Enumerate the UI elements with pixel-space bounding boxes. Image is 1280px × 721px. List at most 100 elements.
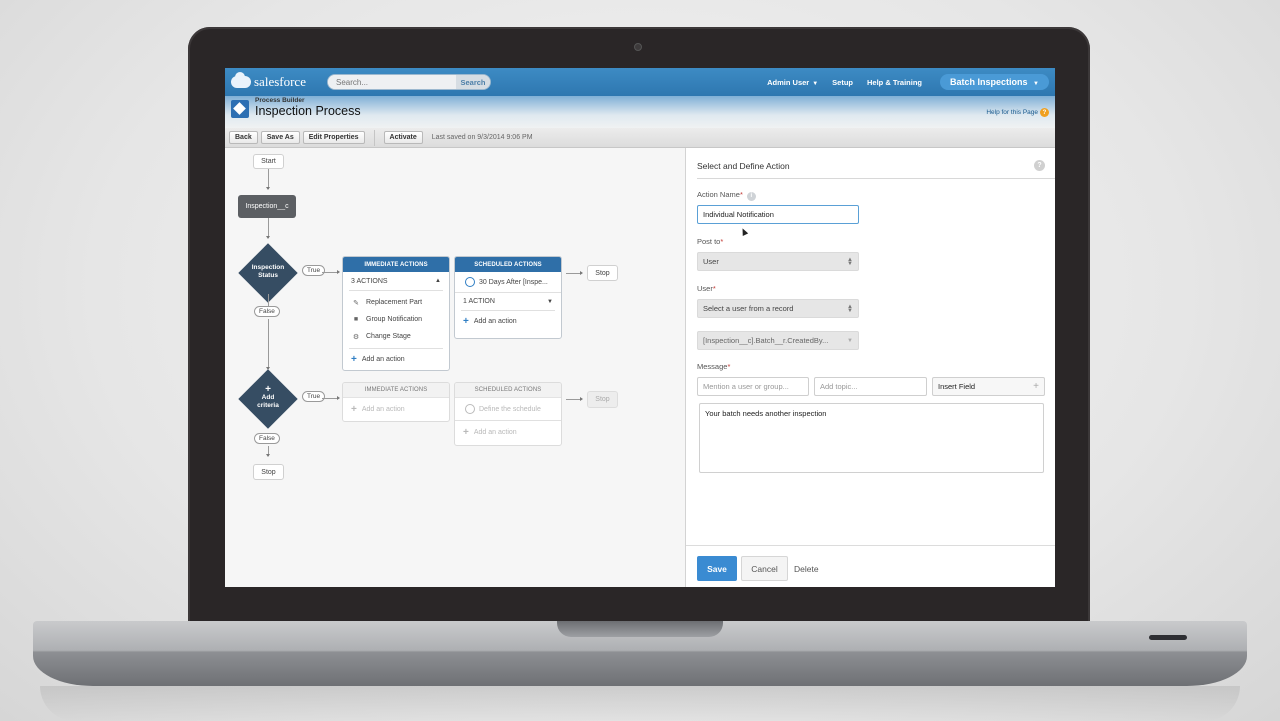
object-node[interactable]: Inspection__c: [238, 195, 296, 218]
action-item[interactable]: ■ Group Notification: [343, 311, 449, 328]
divider: [697, 178, 1055, 179]
plus-icon: +: [265, 384, 271, 395]
power-led: [1149, 635, 1187, 640]
help-for-page-link[interactable]: Help for this Page ?: [986, 108, 1049, 117]
mention-input[interactable]: Mention a user or group...: [697, 377, 809, 396]
process-canvas: Start Inspection__c Inspection Status Tr…: [225, 148, 685, 587]
label-text: Post to: [697, 237, 721, 246]
action-panel: Select and Define Action ? Action Name* i…: [685, 148, 1055, 587]
caret-down-icon: ▼: [547, 298, 553, 305]
action-item[interactable]: ✎ Replacement Part: [343, 294, 449, 311]
search-input[interactable]: [328, 75, 456, 89]
cancel-button[interactable]: Cancel: [741, 556, 788, 581]
search-box: Search: [327, 74, 491, 90]
arrow-right-icon: [337, 396, 340, 400]
user-menu-label: Admin User: [767, 77, 810, 87]
actions-count-row[interactable]: 3 ACTIONS ▲: [343, 272, 449, 290]
caret-down-icon: ▼: [847, 337, 853, 344]
edit-properties-button[interactable]: Edit Properties: [302, 131, 365, 144]
start-node[interactable]: Start: [253, 154, 284, 169]
laptop-notch: [557, 621, 723, 637]
mouse-cursor-icon: [739, 227, 749, 236]
clock-icon: [465, 404, 475, 414]
label-text: Action Name: [697, 190, 740, 199]
action-label: Group Notification: [366, 316, 423, 323]
message-textarea[interactable]: Your batch needs another inspection: [699, 403, 1044, 473]
panel-title: Select and Define Action: [697, 161, 790, 171]
ghost-scheduled-actions-card[interactable]: SCHEDULED ACTIONS Define the schedule + …: [454, 382, 562, 446]
user-select[interactable]: Select a user from a record ▲ ▼: [697, 299, 859, 318]
save-as-button[interactable]: Save As: [260, 131, 300, 144]
required-marker: *: [720, 237, 724, 246]
scheduled-actions-header: SCHEDULED ACTIONS: [455, 383, 561, 398]
plus-icon: +: [463, 426, 469, 438]
user-menu[interactable]: Admin User ▼: [767, 78, 818, 87]
add-action-label: Add an action: [473, 317, 517, 325]
required-marker: *: [712, 284, 716, 293]
message-label: Message*: [697, 362, 730, 371]
connector: [268, 294, 269, 306]
stop-node[interactable]: Stop: [587, 391, 618, 408]
plus-icon: +: [463, 315, 469, 327]
scheduled-count-row[interactable]: 1 ACTION ▼: [455, 293, 561, 310]
help-icon[interactable]: ?: [1034, 160, 1045, 171]
action-item[interactable]: ⚙ Change Stage: [343, 328, 449, 345]
save-button[interactable]: Save: [697, 556, 737, 581]
page-title: Inspection Process: [255, 104, 361, 118]
setup-link[interactable]: Setup: [832, 78, 853, 87]
add-action-button[interactable]: + Add an action: [343, 398, 449, 420]
immediate-actions-header: IMMEDIATE ACTIONS: [343, 383, 449, 398]
define-schedule-row[interactable]: Define the schedule: [455, 398, 561, 420]
ghost-immediate-actions-card[interactable]: IMMEDIATE ACTIONS + Add an action: [342, 382, 450, 422]
help-training-link[interactable]: Help & Training: [867, 78, 922, 87]
stop-node[interactable]: Stop: [253, 464, 284, 480]
required-marker: *: [727, 362, 731, 371]
back-button[interactable]: Back: [229, 131, 258, 144]
add-action-button[interactable]: + Add an action: [455, 421, 561, 443]
criteria-label-line2: Status: [258, 272, 278, 279]
insert-field-button[interactable]: Insert Field +: [932, 377, 1045, 396]
post-to-select[interactable]: User ▲ ▼: [697, 252, 859, 271]
select-value: Select a user from a record: [703, 304, 794, 313]
gear-icon: ⚙: [352, 333, 360, 341]
add-action-label: Add an action: [473, 428, 517, 436]
stop-node[interactable]: Stop: [587, 265, 618, 281]
schedule-label: Define the schedule: [479, 405, 541, 413]
schedule-row[interactable]: 30 Days After [Inspe...: [455, 272, 561, 292]
pencil-icon: ✎: [353, 299, 359, 307]
logo-text: salesforce: [254, 74, 306, 89]
info-icon[interactable]: i: [746, 191, 756, 201]
topic-input[interactable]: Add topic...: [814, 377, 927, 396]
salesforce-logo[interactable]: salesforce: [231, 72, 327, 90]
scheduled-actions-card[interactable]: SCHEDULED ACTIONS 30 Days After [Inspe..…: [454, 256, 562, 339]
page-subtitle: Process Builder: [255, 97, 305, 104]
add-action-label: Add an action: [361, 405, 405, 413]
activate-button[interactable]: Activate: [383, 131, 423, 144]
action-name-input[interactable]: Individual Notification: [697, 205, 859, 224]
label-text: User: [697, 284, 713, 293]
reflection: [40, 686, 1240, 721]
arrow-right-icon: [337, 270, 340, 274]
app-picker-label: Batch Inspections: [950, 77, 1028, 87]
arrow-down-icon: [266, 187, 270, 190]
add-action-button[interactable]: + Add an action: [455, 311, 561, 331]
label-text: Message: [697, 362, 728, 371]
plus-icon: +: [1033, 381, 1039, 392]
search-button[interactable]: Search: [456, 75, 490, 89]
immediate-actions-card[interactable]: IMMEDIATE ACTIONS 3 ACTIONS ▲ ✎ Replacem…: [342, 256, 450, 371]
immediate-actions-header: IMMEDIATE ACTIONS: [343, 257, 449, 272]
delete-button[interactable]: Delete: [794, 556, 819, 581]
action-label: Replacement Part: [366, 299, 423, 306]
add-action-button[interactable]: + Add an action: [343, 349, 449, 369]
connector: [268, 169, 269, 189]
chat-icon: ■: [353, 316, 359, 323]
scheduled-actions-header: SCHEDULED ACTIONS: [455, 257, 561, 272]
false-label: False: [254, 433, 280, 444]
help-link-label: Help for this Page: [986, 109, 1038, 116]
divider: [349, 290, 443, 291]
top-bar: salesforce Search Admin User▼ Setup Help…: [225, 68, 1055, 96]
user-label: User*: [697, 284, 716, 293]
app-picker[interactable]: Batch Inspections ▼: [940, 74, 1049, 90]
user-field-select[interactable]: [Inspection__c].Batch__r.CreatedBy... ▼: [697, 331, 859, 350]
action-name-label: Action Name* i: [697, 190, 756, 201]
